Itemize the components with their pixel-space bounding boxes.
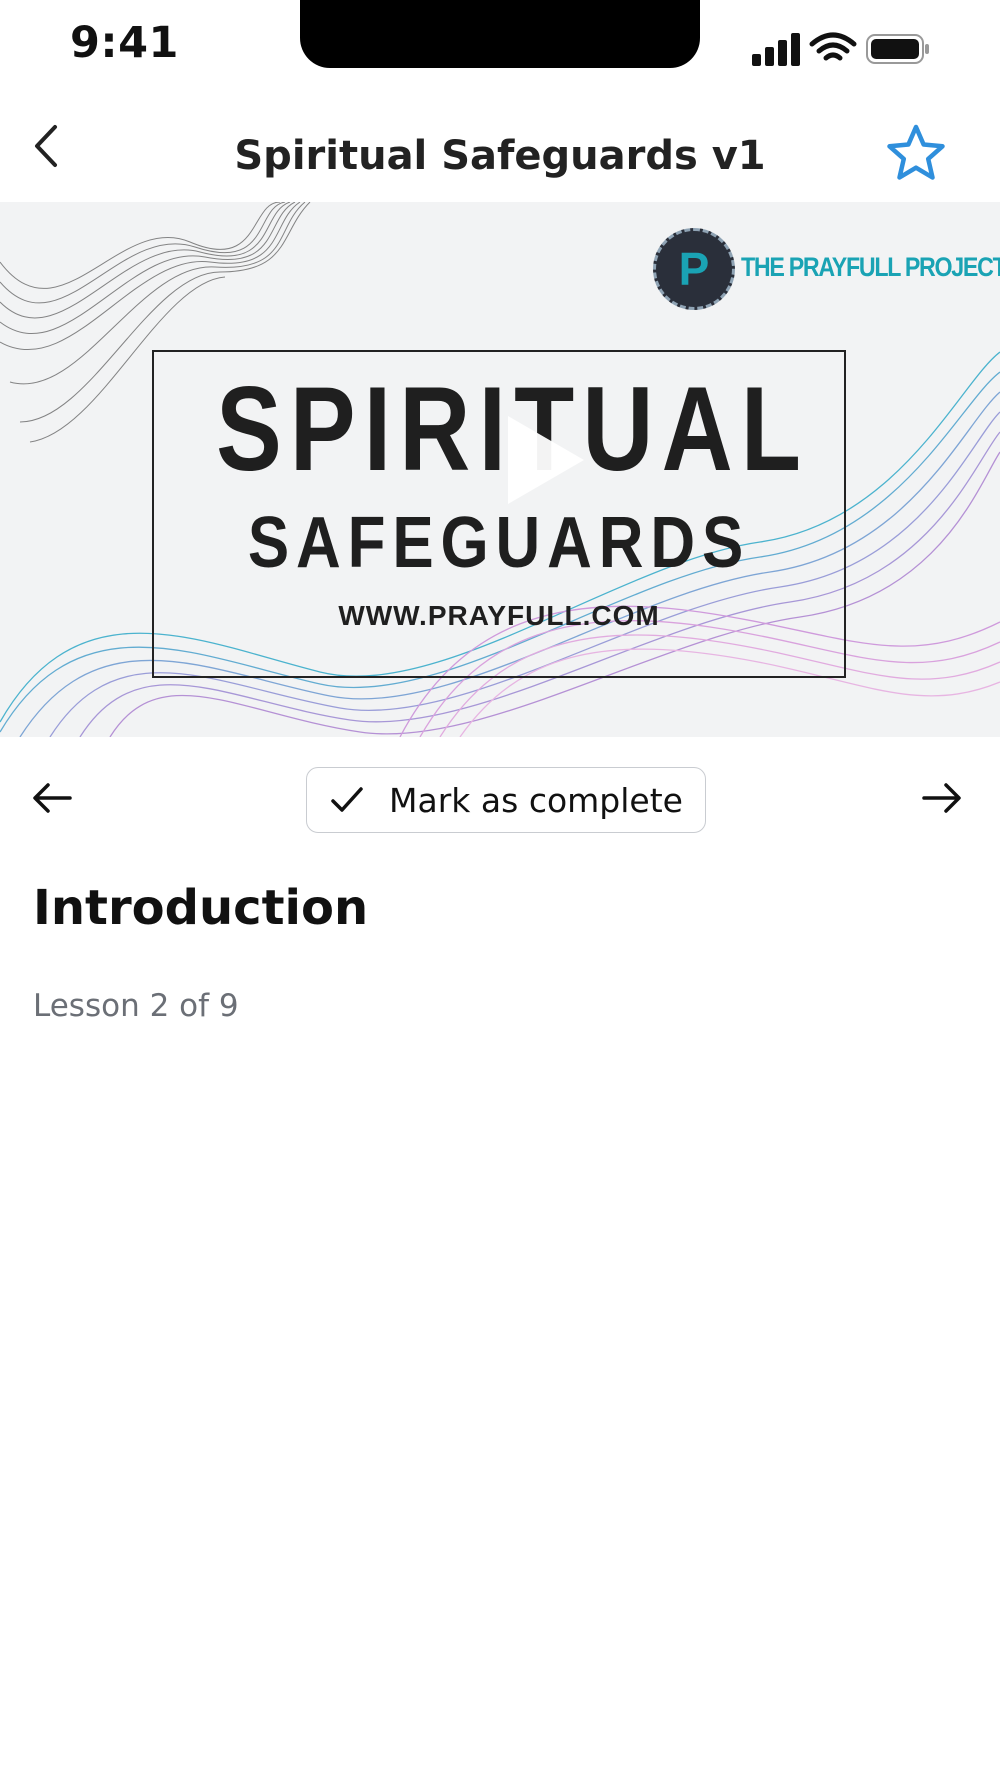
- arrow-left-icon: [33, 783, 72, 813]
- wifi-icon: [809, 32, 857, 61]
- status-icons: [752, 32, 929, 66]
- nav-bar: Spiritual Safeguards v1: [0, 95, 1000, 202]
- battery-icon: [866, 34, 929, 64]
- lesson-progress: Lesson 2 of 9: [33, 988, 239, 1024]
- previous-lesson-button[interactable]: [28, 774, 76, 822]
- thumbnail-title: SPIRITUAL: [216, 360, 801, 498]
- mark-complete-label: Mark as complete: [389, 780, 683, 820]
- video-player[interactable]: P THE PRAYFULL PROJECT SPIRITUAL SAFEGUA…: [0, 202, 1000, 737]
- brand-name: THE PRAYFULL PROJECT: [741, 252, 1000, 282]
- thumbnail-title-box: SPIRITUAL SAFEGUARDS WWW.PRAYFULL.COM: [152, 350, 846, 678]
- mark-complete-button[interactable]: Mark as complete: [306, 767, 706, 833]
- favorite-button[interactable]: [885, 122, 947, 184]
- thumbnail-url: WWW.PRAYFULL.COM: [338, 600, 660, 631]
- status-time: 9:41: [70, 18, 179, 68]
- device-notch: [300, 0, 700, 68]
- lesson-controls: Mark as complete: [0, 760, 1000, 840]
- check-icon: [331, 787, 363, 812]
- status-bar: 9:41: [0, 0, 1000, 95]
- star-icon: [887, 124, 945, 180]
- arrow-right-icon: [922, 783, 961, 813]
- brand-logo-icon: P: [653, 228, 735, 310]
- lesson-title: Introduction: [33, 880, 369, 936]
- svg-text:P: P: [679, 243, 710, 295]
- play-icon[interactable]: [500, 410, 590, 510]
- signal-icon: [752, 33, 800, 66]
- next-lesson-button[interactable]: [918, 774, 966, 822]
- thumbnail-subtitle: SAFEGUARDS: [247, 503, 751, 583]
- page-title: Spiritual Safeguards v1: [234, 133, 766, 179]
